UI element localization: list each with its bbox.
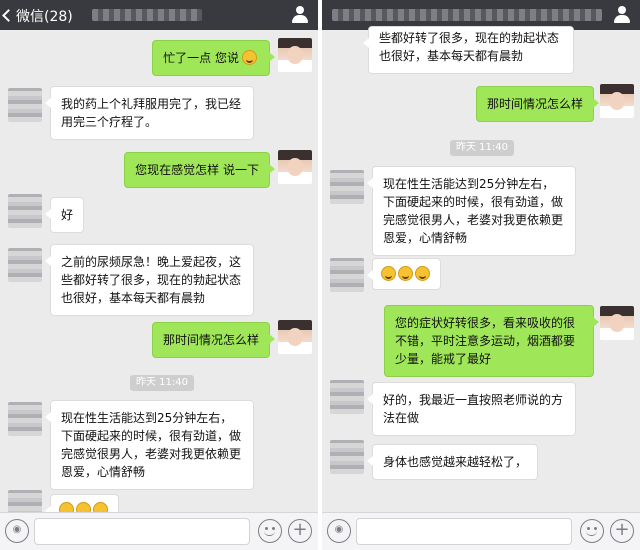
emoji-icon-mouth [264, 531, 275, 536]
message-text: 之前的尿频尿急！晚上爱起夜，这些都好转了很多，现在的勃起状态也很好，基本每天都有… [61, 255, 242, 305]
voice-input-button[interactable]: ◉ [5, 519, 29, 543]
avatar[interactable] [8, 194, 42, 228]
plus-icon: + [614, 519, 630, 540]
avatar[interactable] [330, 440, 364, 474]
person-icon [618, 6, 626, 14]
person-icon-body [614, 15, 630, 23]
message-bubble-received[interactable]: 之前的尿频尿急！晚上爱起夜，这些都好转了很多，现在的勃起状态也很好，基本每天都有… [45, 244, 254, 316]
blurred-contact-name [332, 9, 602, 21]
message-bubble-received[interactable]: 身体也感觉越来越轻松了， [366, 444, 539, 480]
chat-panel-right: 些都好转了很多，现在的勃起状态也很好，基本每天都有晨勃 那时间情况怎么样 昨天 … [322, 0, 640, 550]
grin-emoji-icon [381, 266, 396, 281]
grin-emoji-icon [398, 266, 413, 281]
message-text: 好的，我最近一直按照老师说的方法在做 [383, 393, 564, 425]
message-text: 忙了一点 您说 [163, 51, 239, 65]
avatar[interactable] [278, 150, 312, 184]
avatar[interactable] [278, 320, 312, 354]
plus-icon: + [292, 519, 308, 540]
message-bubble-sent[interactable]: 忙了一点 您说 [152, 40, 275, 76]
emoji-icon [265, 527, 268, 530]
person-icon-body [292, 15, 308, 23]
message-bubble-received[interactable] [367, 258, 441, 290]
chevron-left-icon [2, 9, 15, 22]
message-text: 些都好转了很多，现在的勃起状态也很好，基本每天都有晨勃 [379, 31, 560, 63]
avatar[interactable] [600, 306, 634, 340]
message-input[interactable] [34, 518, 250, 545]
voice-icon: ◉ [334, 524, 344, 535]
message-input[interactable] [356, 518, 572, 545]
person-icon [296, 6, 304, 14]
avatar[interactable] [278, 38, 312, 72]
message-bubble-received[interactable]: 好 [44, 197, 85, 233]
message-text: 那时间情况怎么样 [486, 97, 583, 111]
back-button[interactable]: 微信(28) [2, 6, 73, 26]
timestamp: 昨天 11:40 [450, 140, 514, 156]
emoji-button[interactable] [258, 519, 282, 543]
voice-input-button[interactable]: ◉ [327, 519, 351, 543]
blurred-contact-name [92, 9, 202, 21]
avatar[interactable] [8, 88, 42, 122]
more-button[interactable]: + [610, 519, 634, 543]
avatar[interactable] [330, 258, 364, 292]
message-text: 身体也感觉越来越轻松了， [383, 455, 528, 469]
avatar[interactable] [8, 402, 42, 436]
emoji-icon [587, 527, 590, 530]
title-bar: 微信(28) [0, 0, 318, 30]
chat-panel-left: 微信(28) 忙了一点 您说 我的药上个礼拜服用完了，我已经用完三个疗程了。 您… [0, 0, 318, 550]
emoji-button[interactable] [580, 519, 604, 543]
message-bubble-sent[interactable]: 那时间情况怎么样 [475, 86, 600, 122]
message-bubble-sent[interactable]: 那时间情况怎么样 [151, 322, 276, 358]
input-bar: ◉ + [0, 512, 318, 550]
message-text: 现在性生活能达到25分钟左右，下面硬起来的时候，很有劲道，做完感觉很男人，老婆对… [61, 411, 242, 479]
message-text: 那时间情况怎么样 [162, 333, 259, 347]
avatar[interactable] [330, 170, 364, 204]
message-text: 好 [61, 208, 74, 222]
message-text: 您现在感觉怎样 说一下 [135, 163, 259, 177]
avatar[interactable] [600, 84, 634, 118]
message-text: 现在性生活能达到25分钟左右，下面硬起来的时候，很有劲道，做完感觉很男人，老婆对… [383, 177, 564, 245]
emoji-icon-mouth [586, 531, 597, 536]
message-bubble-received[interactable]: 现在性生活能达到25分钟左右，下面硬起来的时候，很有劲道，做完感觉很男人，老婆对… [45, 400, 254, 490]
back-label: 微信(28) [16, 9, 73, 25]
contact-info-button[interactable] [614, 6, 630, 24]
avatar[interactable] [330, 380, 364, 414]
smiley-emoji-icon [242, 50, 257, 65]
message-text: 我的药上个礼拜服用完了，我已经用完三个疗程了。 [61, 97, 242, 129]
message-bubble-sent[interactable]: 您现在感觉怎样 说一下 [124, 152, 275, 188]
avatar[interactable] [8, 248, 42, 282]
message-bubble-received[interactable]: 我的药上个礼拜服用完了，我已经用完三个疗程了。 [45, 86, 254, 140]
message-bubble-received[interactable]: 些都好转了很多，现在的勃起状态也很好，基本每天都有晨勃 [363, 26, 574, 74]
voice-icon: ◉ [12, 524, 22, 535]
grin-emoji-icon [415, 266, 430, 281]
message-bubble-received[interactable]: 好的，我最近一直按照老师说的方法在做 [367, 382, 576, 436]
message-bubble-received[interactable]: 现在性生活能达到25分钟左右，下面硬起来的时候，很有劲道，做完感觉很男人，老婆对… [367, 166, 576, 256]
emoji-icon-eye [272, 527, 275, 530]
contact-info-button[interactable] [292, 6, 308, 24]
message-bubble-sent[interactable]: 您的症状好转很多，看来吸收的很不错，平时注意多运动，烟酒都要少量，能戒了最好 [384, 305, 599, 377]
more-button[interactable]: + [288, 519, 312, 543]
input-bar: ◉ + [322, 512, 640, 550]
emoji-icon-eye [594, 527, 597, 530]
message-text: 您的症状好转很多，看来吸收的很不错，平时注意多运动，烟酒都要少量，能戒了最好 [395, 316, 576, 366]
timestamp: 昨天 11:40 [130, 375, 194, 391]
